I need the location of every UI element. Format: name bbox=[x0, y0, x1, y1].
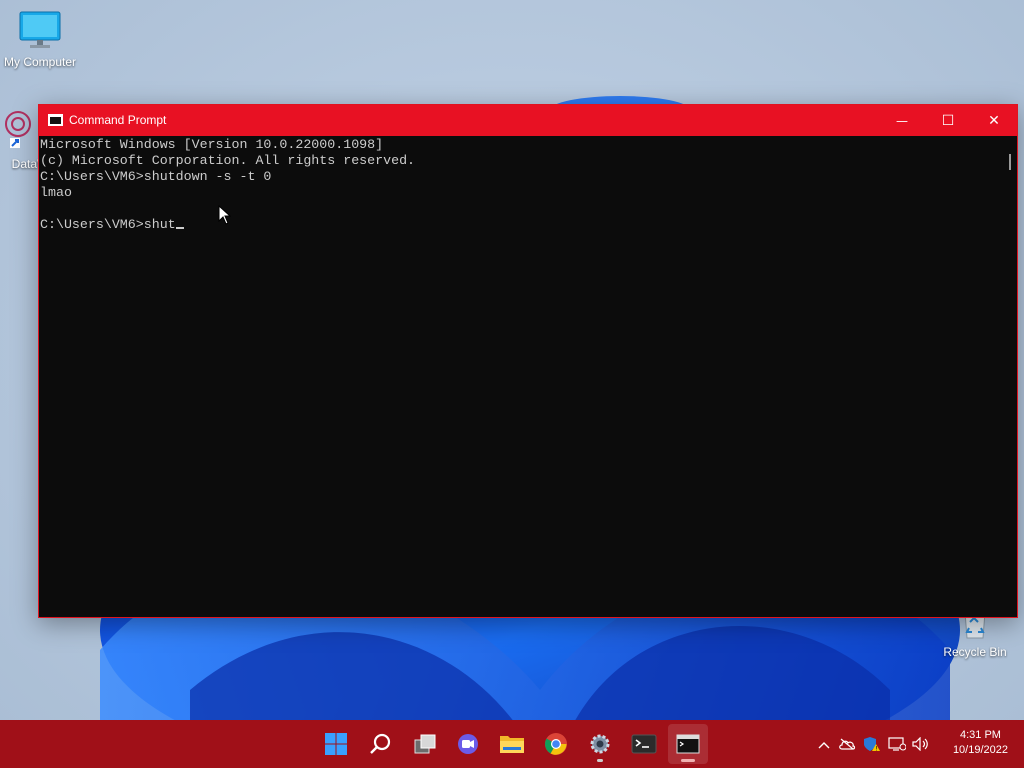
chrome-icon bbox=[545, 733, 567, 755]
chevron-up-icon[interactable] bbox=[814, 737, 834, 752]
clock-date: 10/19/2022 bbox=[952, 744, 1008, 756]
active-indicator bbox=[681, 759, 695, 762]
security-warning-icon[interactable]: ! bbox=[860, 736, 884, 752]
terminal-icon bbox=[631, 734, 657, 754]
minimize-icon: — bbox=[896, 113, 908, 128]
onedrive-icon[interactable] bbox=[834, 738, 860, 750]
dataw-icon bbox=[5, 111, 31, 148]
windows-logo-icon bbox=[325, 733, 347, 755]
chat-button[interactable] bbox=[448, 724, 488, 764]
svg-text:!: ! bbox=[875, 746, 877, 753]
text-cursor bbox=[175, 227, 184, 229]
taskbar: ! 4:31 PM 10/19/2022 bbox=[0, 720, 1024, 768]
maximize-button[interactable]: ☐ bbox=[925, 105, 971, 136]
folder-icon bbox=[500, 736, 524, 753]
system-tray: ! bbox=[814, 720, 932, 768]
console-input-line[interactable]: C:\Users\VM6>shut bbox=[40, 217, 1006, 233]
minimize-button[interactable]: — bbox=[879, 105, 925, 136]
desktop-icon-my-computer[interactable]: My Computer bbox=[0, 10, 80, 69]
console-line: C:\Users\VM6>shutdown -s -t 0 bbox=[40, 169, 272, 184]
monitor-icon bbox=[19, 11, 61, 48]
taskbar-clock[interactable]: 4:31 PM 10/19/2022 bbox=[953, 728, 1008, 758]
task-view-icon bbox=[414, 734, 436, 754]
window-title: Command Prompt bbox=[69, 113, 167, 127]
console-output[interactable]: Microsoft Windows [Version 10.0.22000.10… bbox=[39, 136, 1006, 617]
start-button[interactable] bbox=[316, 724, 356, 764]
desktop-icon-label: My Computer bbox=[3, 55, 77, 69]
task-view-button[interactable] bbox=[405, 724, 445, 764]
close-button[interactable]: ✕ bbox=[971, 105, 1017, 136]
chrome-button[interactable] bbox=[536, 724, 576, 764]
settings-button[interactable] bbox=[580, 724, 620, 764]
file-explorer-button[interactable] bbox=[492, 724, 532, 764]
title-bar[interactable]: Command Prompt — ☐ ✕ bbox=[39, 105, 1017, 136]
search-button[interactable] bbox=[360, 724, 400, 764]
chat-icon bbox=[458, 734, 478, 754]
cmd-icon bbox=[676, 734, 700, 754]
console-line: lmao bbox=[40, 185, 72, 200]
network-icon[interactable] bbox=[884, 736, 910, 752]
clock-time: 4:31 PM bbox=[959, 729, 1001, 741]
maximize-icon: ☐ bbox=[941, 112, 955, 129]
scrollbar-thumb[interactable] bbox=[1009, 154, 1011, 170]
console-line: (c) Microsoft Corporation. All rights re… bbox=[40, 153, 416, 168]
volume-icon[interactable] bbox=[910, 737, 932, 751]
console-prompt: C:\Users\VM6>shut bbox=[40, 217, 176, 232]
vertical-scrollbar[interactable] bbox=[1005, 136, 1017, 616]
close-icon: ✕ bbox=[988, 112, 1000, 129]
console-line: Microsoft Windows [Version 10.0.22000.10… bbox=[40, 137, 384, 152]
running-indicator bbox=[597, 759, 603, 762]
command-prompt-taskbar-button[interactable] bbox=[668, 724, 708, 764]
desktop-icon-label: Recycle Bin bbox=[943, 645, 1007, 659]
mouse-pointer-icon bbox=[218, 205, 232, 225]
search-icon bbox=[370, 733, 391, 754]
gear-icon bbox=[590, 734, 610, 754]
cmd-icon bbox=[48, 114, 63, 126]
command-prompt-window[interactable]: Command Prompt — ☐ ✕ Microsoft Windows [… bbox=[38, 104, 1018, 618]
terminal-button[interactable] bbox=[624, 724, 664, 764]
